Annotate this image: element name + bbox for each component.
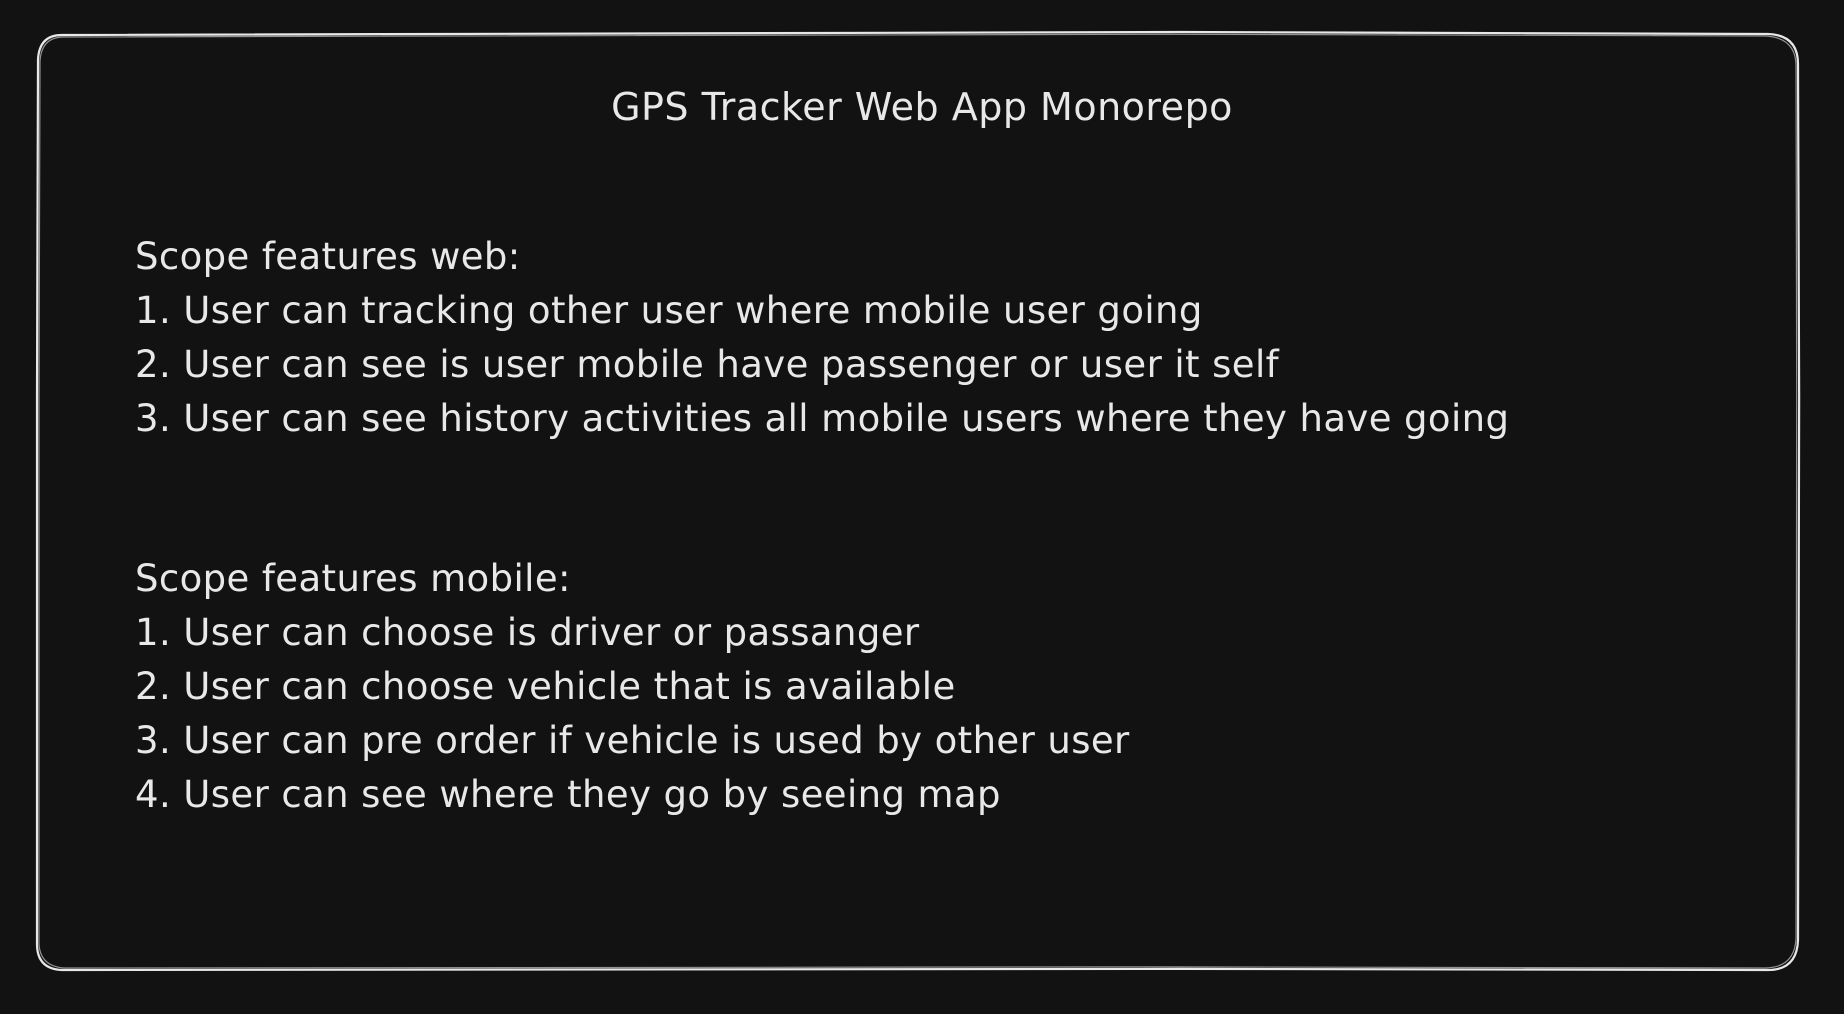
web-features-heading: Scope features web: bbox=[135, 235, 521, 278]
mobile-features-block: Scope features mobile: 1. User can choos… bbox=[135, 552, 1130, 822]
web-feature-item: 1. User can tracking other user where mo… bbox=[135, 289, 1203, 332]
mobile-feature-item: 1. User can choose is driver or passange… bbox=[135, 611, 920, 654]
web-feature-item: 3. User can see history activities all m… bbox=[135, 397, 1510, 440]
diagram-canvas: GPS Tracker Web App Monorepo Scope featu… bbox=[0, 0, 1844, 1014]
diagram-title: GPS Tracker Web App Monorepo bbox=[611, 85, 1233, 129]
mobile-feature-item: 2. User can choose vehicle that is avail… bbox=[135, 665, 956, 708]
mobile-features-heading: Scope features mobile: bbox=[135, 557, 571, 600]
mobile-feature-item: 4. User can see where they go by seeing … bbox=[135, 773, 1001, 816]
frame-rectangle bbox=[35, 30, 1801, 972]
web-features-block: Scope features web: 1. User can tracking… bbox=[135, 230, 1509, 446]
web-feature-item: 2. User can see is user mobile have pass… bbox=[135, 343, 1280, 386]
mobile-feature-item: 3. User can pre order if vehicle is used… bbox=[135, 719, 1130, 762]
